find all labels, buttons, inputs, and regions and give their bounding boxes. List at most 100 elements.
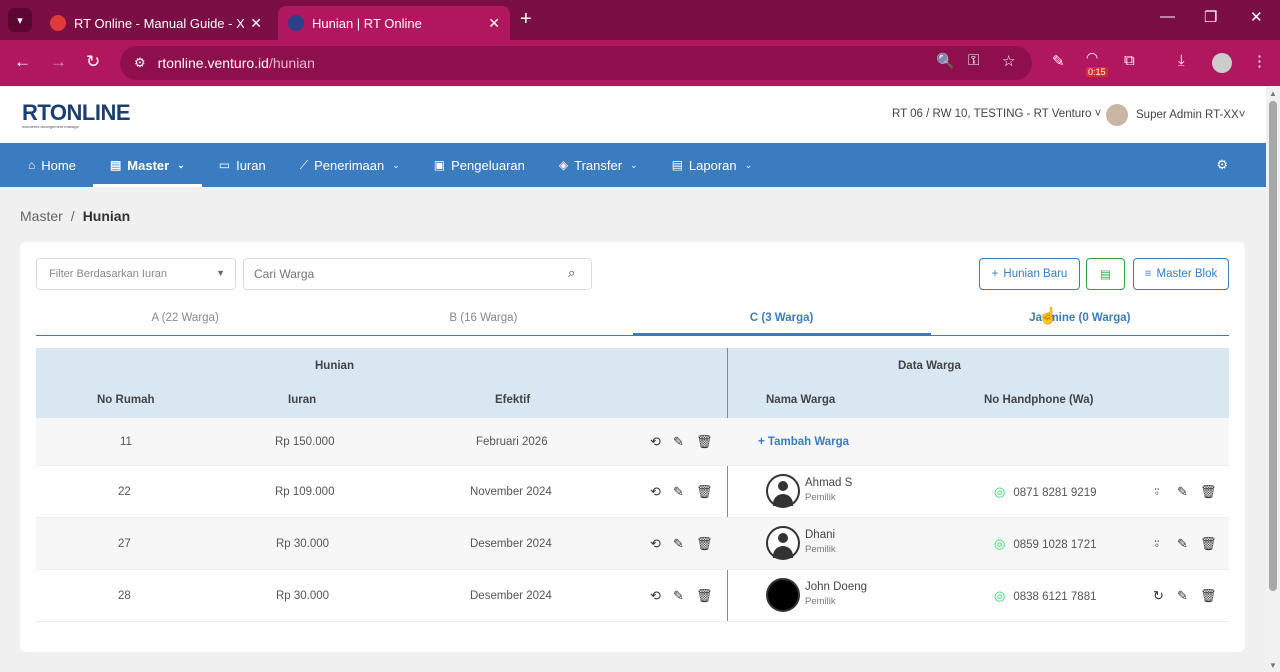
trash-icon[interactable]: 🗑 — [696, 484, 713, 500]
restore-icon[interactable]: ❐ — [1204, 8, 1217, 26]
role-value: Pemilik — [805, 596, 836, 607]
table-row: 27 Rp 30.000 Desember 2024 ⟲ ✎ 🗑 Dhani Pe… — [36, 518, 1229, 570]
breadcrumb-current: Hunian — [82, 208, 131, 224]
edit-icon[interactable]: ✎ — [673, 484, 684, 500]
hand-cursor-icon: ☝ — [1038, 308, 1058, 325]
nav-home[interactable]: ⌂ Home — [0, 143, 93, 187]
whatsapp-number[interactable]: ◎ 0871 8281 9219 — [994, 484, 1096, 500]
nav-pengeluaran[interactable]: ▣ Pengeluaran — [417, 143, 542, 187]
trash-icon[interactable]: 🗑 — [696, 434, 713, 450]
plus-icon: + — [758, 435, 768, 448]
browser-tab-manual[interactable]: RT Online - Manual Guide - Xm ✕ — [40, 6, 272, 40]
master-blok-button[interactable]: ≡ Master Blok — [1133, 258, 1229, 290]
history-icon[interactable]: ⟲ — [650, 484, 661, 500]
history-icon[interactable]: ⟲ — [650, 588, 661, 604]
user-menu[interactable]: Super Admin RT-XX ˅ — [1106, 104, 1245, 126]
tab-blok-b[interactable]: B (16 Warga) — [334, 304, 632, 335]
trash-icon[interactable]: 🗑 — [696, 588, 713, 604]
close-icon[interactable]: ✕ — [488, 15, 500, 32]
nav-master[interactable]: ▤ Master ⌄ — [92, 143, 202, 187]
timer-extension-icon[interactable]: ◠ 0:15 — [1086, 49, 1108, 77]
reset-icon[interactable]: ↻ — [1153, 588, 1164, 604]
chevron-down-icon: ˅ — [1094, 108, 1102, 120]
browser-tab-hunian[interactable]: Hunian | RT Online ✕ — [278, 6, 510, 40]
download-icon[interactable]: ⤓ — [1178, 52, 1185, 69]
history-icon[interactable]: ⟲ — [650, 536, 661, 552]
app-logo[interactable]: RTONLINE wonderful arrangement manage — [22, 100, 131, 129]
tab-blok-jasmine[interactable]: Jasmine (0 Warga) — [931, 304, 1229, 335]
nav-penerimaan[interactable]: ⟋ Penerimaan ⌄ — [283, 143, 417, 187]
key-icon[interactable]: ⚿ — [968, 52, 979, 69]
trash-icon[interactable]: 🗑 — [1200, 588, 1217, 604]
breadcrumb-parent[interactable]: Master — [20, 208, 63, 224]
reload-icon[interactable]: ↻ — [86, 52, 100, 72]
avatar — [766, 526, 800, 560]
tab-blok-c[interactable]: C (3 Warga) — [632, 304, 931, 335]
col-no-rumah: No Rumah — [97, 394, 155, 406]
nav-iuran[interactable]: ▭ Iuran — [202, 143, 283, 187]
scroll-up-icon[interactable]: ▲ — [1269, 89, 1277, 98]
iuran-value: Rp 30.000 — [276, 589, 330, 602]
add-hunian-button[interactable]: + Hunian Baru — [979, 258, 1080, 290]
add-person-icon[interactable]: ⍤ — [1153, 536, 1161, 552]
iuran-value: Rp 109.000 — [275, 485, 335, 498]
edit-icon[interactable]: ✎ — [1177, 588, 1188, 604]
menu-icon[interactable]: ⋮ — [1252, 52, 1267, 70]
doc-icon: ▤ — [671, 158, 683, 172]
close-icon[interactable]: ✕ — [250, 15, 262, 32]
history-icon[interactable]: ⟲ — [650, 434, 661, 450]
nav-laporan[interactable]: ▤ Laporan ⌄ — [655, 143, 770, 187]
master-blok-label: Master Blok — [1156, 268, 1218, 280]
address-bar[interactable]: ⚙ rtonline.venturo.id/hunian — [120, 46, 1032, 80]
tambah-warga-link[interactable]: + Tambah Warga — [758, 436, 849, 448]
whatsapp-icon: ◎ — [994, 535, 1006, 551]
chevron-down-icon: ˅ — [1238, 109, 1246, 121]
page-scrollbar[interactable]: ▲ ▼ — [1266, 87, 1280, 672]
nav-transfer[interactable]: ◈ Transfer ⌄ — [542, 143, 655, 187]
rt-online-favicon — [50, 15, 66, 31]
tab-blok-a[interactable]: A (22 Warga) — [36, 304, 334, 335]
site-info-icon[interactable]: ⚙ — [134, 55, 146, 71]
edit-icon[interactable]: ✎ — [1177, 484, 1188, 500]
scroll-thumb[interactable] — [1269, 101, 1277, 591]
search-icon[interactable]: ⌕ — [568, 265, 575, 281]
whatsapp-number[interactable]: ◎ 0838 6121 7881 — [994, 588, 1096, 604]
edit-icon[interactable]: ✎ — [673, 434, 684, 450]
edit-icon[interactable]: ✎ — [673, 588, 684, 604]
edit-icon[interactable]: ✎ — [673, 536, 684, 552]
zoom-icon[interactable]: 🔍 — [936, 52, 955, 70]
export-excel-button[interactable]: ▤ — [1086, 258, 1125, 290]
tab-search-button[interactable]: ▾ — [8, 8, 32, 32]
back-icon[interactable]: ← — [14, 52, 31, 72]
nav-label: Pengeluaran — [451, 157, 525, 173]
group-warga-header: Data Warga — [898, 360, 961, 372]
efektif-value: November 2024 — [470, 485, 552, 498]
trash-icon[interactable]: 🗑 — [1200, 484, 1217, 500]
search-input[interactable] — [243, 258, 592, 290]
edit-icon[interactable]: ✎ — [1177, 536, 1188, 552]
whatsapp-number[interactable]: ◎ 0859 1028 1721 — [994, 536, 1096, 552]
feather-extension-icon[interactable]: ✎ — [1052, 52, 1065, 70]
trash-icon[interactable]: 🗑 — [696, 536, 713, 552]
chart-icon: ⟋ — [299, 157, 309, 172]
no-rumah: 27 — [118, 537, 131, 550]
trash-icon[interactable]: 🗑 — [1200, 536, 1217, 552]
forward-icon[interactable]: → — [50, 52, 67, 72]
new-tab-icon[interactable]: + — [520, 8, 532, 31]
nav-label: Laporan — [688, 157, 737, 173]
settings-icon[interactable]: ⚙ — [1216, 157, 1228, 173]
breadcrumb-separator: / — [70, 208, 75, 224]
extensions-icon[interactable]: ⧉ — [1124, 52, 1135, 69]
minimize-icon[interactable]: — — [1160, 8, 1175, 25]
chevron-down-icon: ⌄ — [392, 159, 400, 170]
no-rumah: 22 — [118, 485, 131, 498]
close-window-icon[interactable]: ✕ — [1250, 8, 1263, 26]
filter-iuran-select[interactable]: Filter Berdasarkan Iuran ▼ — [36, 258, 236, 290]
rt-selector[interactable]: RT 06 / RW 10, TESTING - RT Venturo ˅ — [892, 108, 1101, 120]
table-row: 28 Rp 30.000 Desember 2024 ⟲ ✎ 🗑 John Do… — [36, 570, 1229, 622]
add-person-icon[interactable]: ⍤ — [1153, 484, 1161, 500]
scroll-down-icon[interactable]: ▼ — [1269, 661, 1277, 670]
breadcrumb: Master / Hunian — [20, 208, 130, 224]
profile-avatar[interactable] — [1212, 53, 1232, 73]
star-icon[interactable]: ☆ — [1002, 52, 1015, 70]
